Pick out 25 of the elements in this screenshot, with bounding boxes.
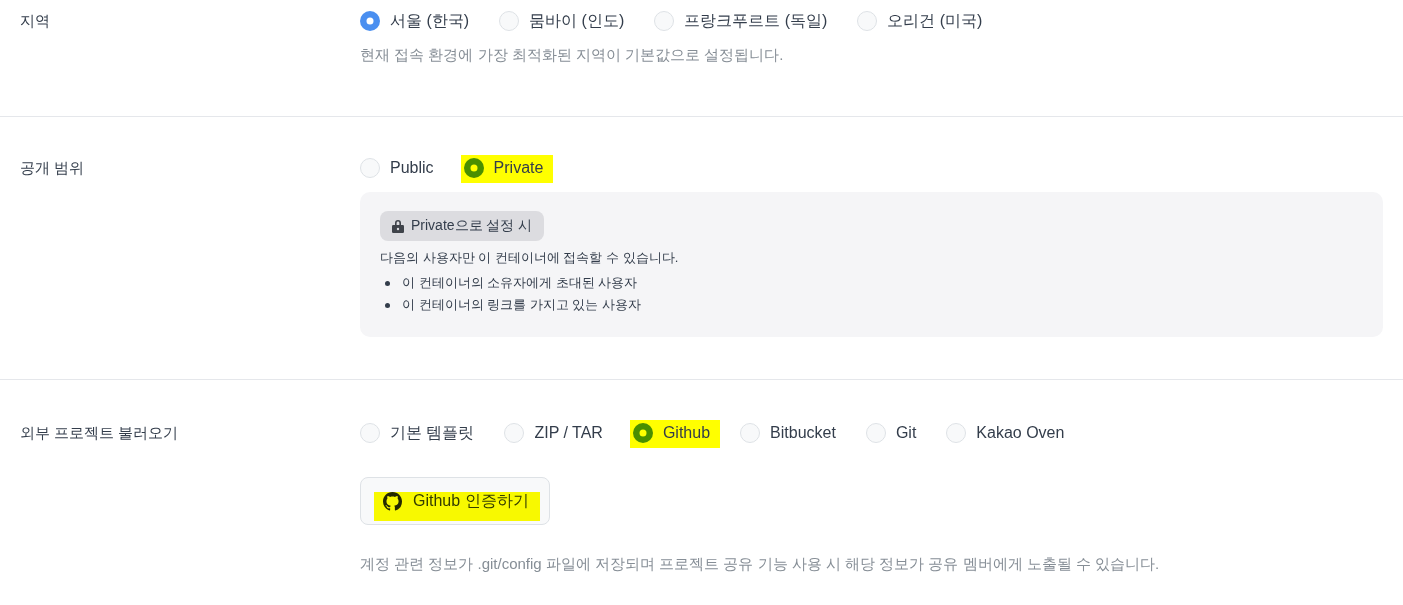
section-label: 지역 (20, 11, 51, 31)
bullet-icon (385, 302, 390, 308)
info-text: 다음의 사용자만 이 컨테이너에 접속할 수 있습니다. (380, 249, 679, 267)
section-label: 외부 프로젝트 불러오기 (20, 423, 180, 443)
radio-option[interactable]: ZIP / TAR (504, 423, 603, 443)
radio-option[interactable]: 프랑크푸르트 (독일) (654, 11, 828, 31)
bullet-icon (385, 280, 390, 286)
radio-option[interactable]: Github (629, 420, 721, 448)
radio-option[interactable]: 뭄바이 (인도) (499, 11, 625, 31)
lock-icon (392, 219, 404, 233)
radio-option[interactable]: Git (865, 423, 917, 443)
help-text: 현재 접속 환경에 가장 최적화된 지역이 기본값으로 설정됩니다. (360, 45, 784, 65)
radio-option[interactable]: 기본 템플릿 (360, 423, 475, 443)
radio-option[interactable]: Bitbucket (740, 423, 836, 443)
help-text: 계정 관련 정보가 .git/config 파일에 저장되며 프로젝트 공유 기능 사용 시 해당 정보가 공유 멤버에게 노출될 수 있습니다. (360, 554, 1160, 574)
radio-option[interactable]: Public (360, 158, 434, 178)
radio-option[interactable]: Private (460, 155, 554, 183)
bullet-text: 이 컨테이너의 링크를 가지고 있는 사용자 (402, 296, 642, 314)
auth-button[interactable]: Github 인증하기 (360, 477, 550, 525)
radio-option[interactable]: 오리건 (미국) (857, 11, 983, 31)
section-label: 공개 범위 (20, 158, 86, 178)
bullet-text: 이 컨테이너의 소유자에게 초대된 사용자 (402, 274, 638, 292)
badge-text: Private으로 설정 시 (411, 217, 533, 235)
radio-option[interactable]: Kakao Oven (946, 423, 1065, 443)
radio-option[interactable]: 서울 (한국) (360, 11, 470, 31)
